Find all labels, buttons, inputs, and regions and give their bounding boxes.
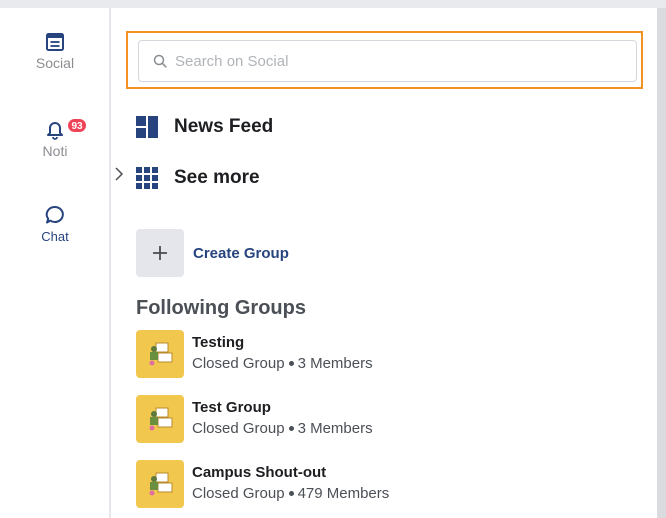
group-name: Campus Shout-out (192, 464, 327, 481)
following-groups-title: Following Groups (136, 297, 306, 319)
group-item[interactable]: Test Group Closed Group 3 Members (136, 395, 373, 443)
separator-dot (288, 490, 294, 496)
group-avatar (136, 395, 184, 443)
group-illustration-icon (149, 472, 173, 496)
group-avatar (136, 460, 184, 508)
rail-item-label: Noti (42, 143, 68, 159)
group-meta: Closed Group 3 Members (192, 420, 373, 437)
group-name: Test Group (192, 399, 271, 416)
chevron-right-icon[interactable] (114, 167, 124, 186)
right-edge (657, 8, 666, 518)
news-feed-icon (136, 116, 158, 138)
news-feed-label: News Feed (174, 116, 274, 137)
separator-dot (288, 360, 294, 366)
group-meta: Closed Group 3 Members (192, 355, 373, 372)
top-edge (0, 0, 666, 8)
rail-item-label: Chat (41, 229, 69, 244)
rail-item-noti[interactable]: 93 Noti (0, 118, 110, 159)
create-group-button[interactable]: Create Group (136, 229, 289, 277)
plus-icon (153, 246, 167, 260)
grid-icon (136, 167, 158, 189)
notification-badge: 93 (67, 118, 87, 133)
news-feed-link[interactable]: News Feed (136, 116, 273, 138)
see-more-link[interactable]: See more (136, 167, 260, 189)
bell-icon (47, 122, 63, 140)
group-name: Testing (192, 334, 245, 351)
group-illustration-icon (149, 342, 173, 366)
rail-item-label: Social (35, 55, 75, 71)
group-avatar (136, 330, 184, 378)
group-item[interactable]: Testing Closed Group 3 Members (136, 330, 373, 378)
search-icon (153, 54, 167, 68)
search-box[interactable] (138, 40, 637, 82)
rail-item-social[interactable]: Social (0, 32, 110, 71)
group-item[interactable]: Campus Shout-out Closed Group 479 Members (136, 460, 389, 508)
chat-bubble-icon (45, 205, 64, 224)
group-meta: Closed Group 479 Members (192, 485, 390, 502)
search-input[interactable] (175, 52, 615, 70)
separator-dot (288, 425, 294, 431)
group-illustration-icon (149, 407, 173, 431)
see-more-label: See more (174, 167, 260, 188)
left-rail: Social 93 Noti Chat (0, 8, 110, 518)
newspaper-icon (46, 33, 64, 51)
create-group-label: Create Group (193, 244, 289, 262)
plus-icon-box (136, 229, 184, 277)
rail-item-chat[interactable]: Chat (0, 204, 110, 244)
social-panel: News Feed See more Create Group F (111, 8, 657, 518)
search-focus-ring (126, 31, 643, 89)
